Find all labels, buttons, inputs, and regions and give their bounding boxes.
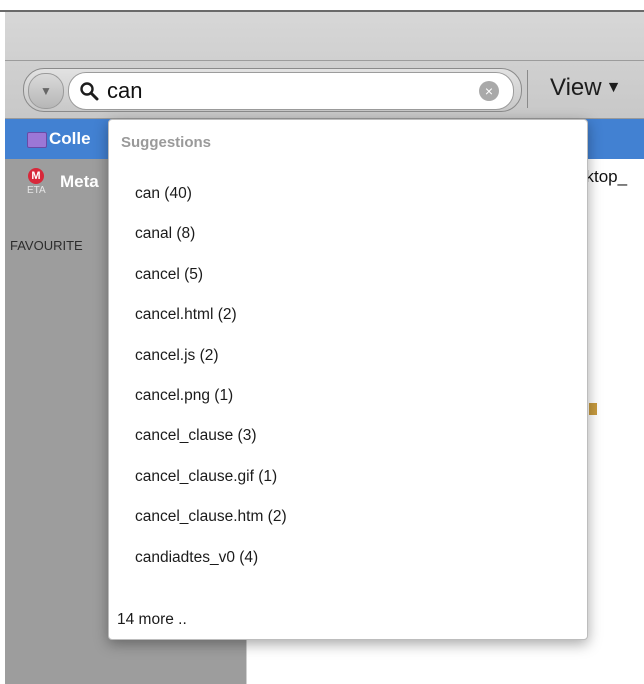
- sidebar-item-label: Meta: [60, 172, 99, 191]
- suggestion-item[interactable]: cancel.html (2): [135, 301, 287, 341]
- search-box: ▼ ×: [23, 68, 522, 112]
- suggestion-item[interactable]: cancel_clause.htm (2): [135, 503, 287, 543]
- suggestion-list: can (40) canal (8) cancel (5) cancel.htm…: [135, 180, 287, 584]
- suggestion-item[interactable]: canal (8): [135, 220, 287, 260]
- file-icon[interactable]: [589, 403, 597, 415]
- chevron-down-icon: ▼: [40, 84, 52, 98]
- suggestions-heading: Suggestions: [121, 134, 212, 151]
- suggestion-item[interactable]: cancel_clause.gif (1): [135, 463, 287, 503]
- toolbar-separator: [527, 70, 528, 108]
- sidebar-item-label: Colle: [49, 129, 91, 148]
- favourites-heading: FAVOURITE: [10, 238, 83, 253]
- suggestion-item[interactable]: candiadtes_v0 (4): [135, 544, 287, 584]
- suggestion-item[interactable]: cancel.js (2): [135, 342, 287, 382]
- metadata-icon-caption: ETA: [27, 185, 46, 196]
- view-menu-button[interactable]: View ▼: [550, 74, 621, 104]
- chevron-down-icon: ▼: [605, 79, 622, 96]
- search-icon: [80, 82, 99, 101]
- toolbar-divider: [5, 60, 644, 61]
- toolbar: ▼ × View▼: [5, 12, 644, 119]
- search-input[interactable]: [107, 77, 447, 105]
- search-scope-button[interactable]: ▼: [28, 73, 64, 109]
- more-suggestions-link[interactable]: 14 more ..: [117, 611, 187, 629]
- metadata-icon: M: [28, 168, 44, 184]
- suggestion-item[interactable]: cancel (5): [135, 261, 287, 301]
- suggestions-popup: Suggestions can (40) canal (8) cancel (5…: [108, 119, 588, 640]
- search-field[interactable]: ×: [68, 72, 514, 110]
- suggestion-item[interactable]: cancel_clause (3): [135, 422, 287, 462]
- folder-icon: [27, 132, 47, 148]
- suggestion-item[interactable]: cancel.png (1): [135, 382, 287, 422]
- clear-search-icon[interactable]: ×: [479, 81, 499, 101]
- title-bar: [0, 0, 644, 10]
- suggestion-item[interactable]: can (40): [135, 180, 287, 220]
- view-menu-label: View: [550, 74, 602, 101]
